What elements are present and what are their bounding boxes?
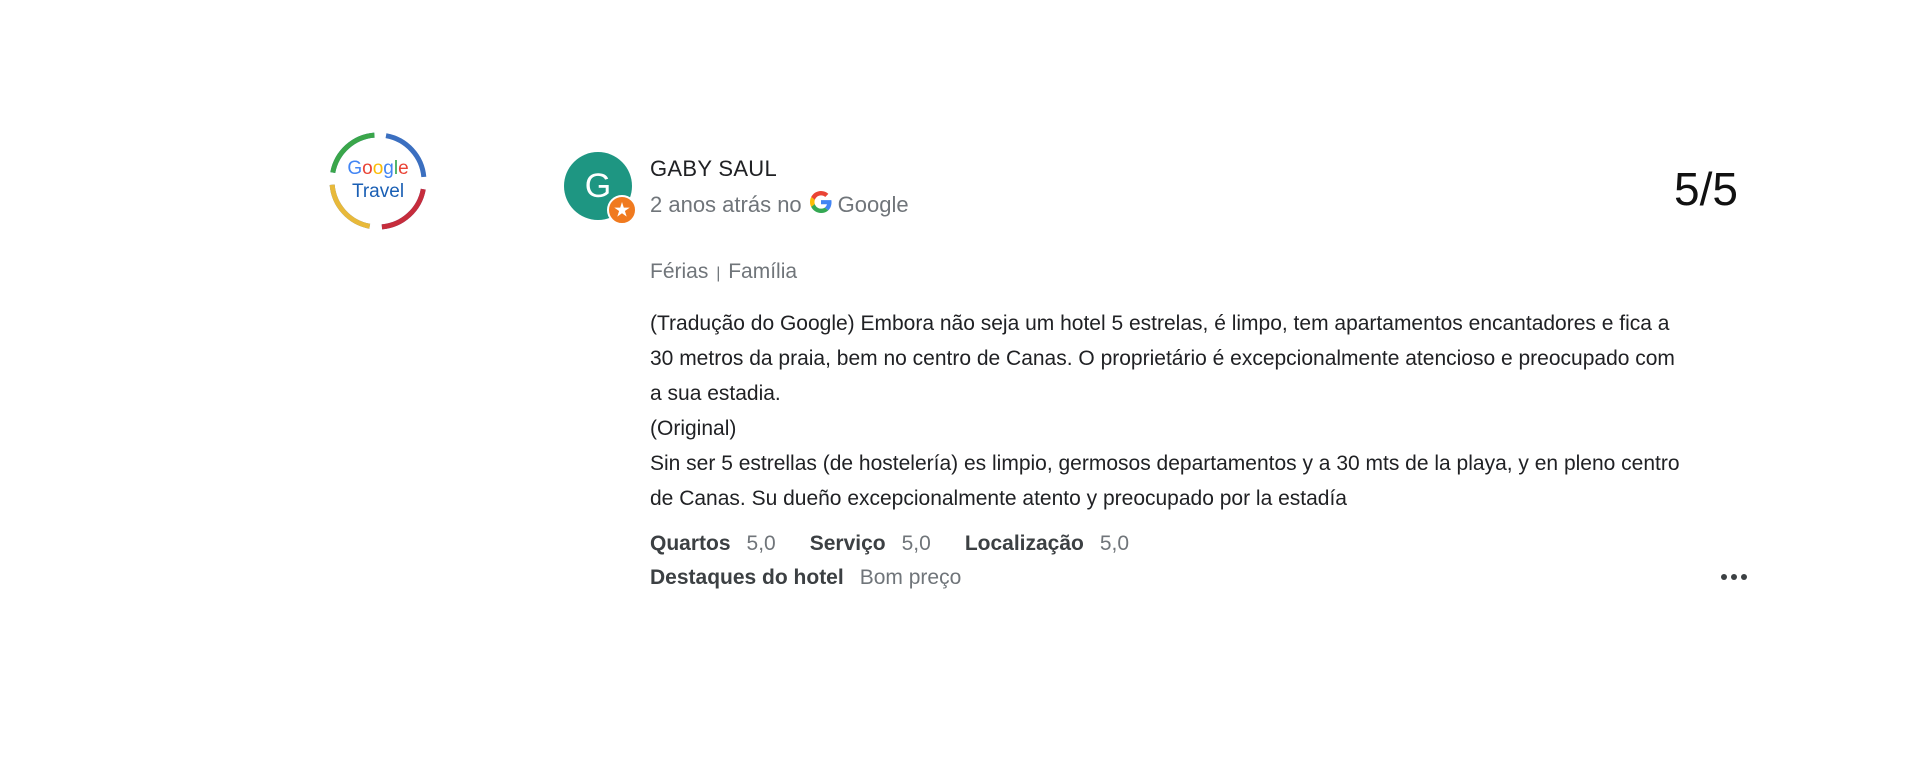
review-score: 5/5 bbox=[1674, 163, 1738, 215]
trip-info: Férias | Família bbox=[650, 260, 797, 284]
highlights-row: Destaques do hotel Bom preço bbox=[650, 561, 1163, 595]
more-options-icon[interactable] bbox=[1721, 572, 1749, 582]
review-original: Sin ser 5 estrellas (de hostelería) es l… bbox=[650, 452, 1680, 510]
rating-value-service: 5,0 bbox=[901, 532, 931, 555]
trip-group: Família bbox=[728, 260, 798, 283]
highlights-label: Destaques do hotel bbox=[650, 566, 844, 589]
google-travel-logo: Google Travel bbox=[328, 131, 428, 231]
rating-label-rooms: Quartos bbox=[650, 532, 731, 555]
review-time: 2 anos atrás no bbox=[650, 192, 802, 217]
review-source: Google bbox=[837, 192, 909, 217]
google-g-icon bbox=[809, 191, 832, 219]
ratings-row: Quartos 5,0 Serviço 5,0 Localização 5,0 bbox=[650, 527, 1163, 561]
logo-text: Google Travel bbox=[328, 157, 428, 203]
review-original-label: (Original) bbox=[650, 417, 737, 440]
highlights-value: Bom preço bbox=[859, 566, 962, 589]
trip-type: Férias bbox=[650, 260, 709, 283]
rating-label-service: Serviço bbox=[809, 532, 886, 555]
local-guide-badge-icon bbox=[607, 195, 637, 225]
rating-label-location: Localização bbox=[964, 532, 1084, 555]
reviewer-name[interactable]: GABY SAUL bbox=[650, 156, 777, 182]
review-translated: (Tradução do Google) Embora não seja um … bbox=[650, 312, 1675, 405]
rating-value-location: 5,0 bbox=[1099, 532, 1130, 555]
review-meta: 2 anos atrás no Google bbox=[650, 191, 909, 219]
review-text: (Tradução do Google) Embora não seja um … bbox=[650, 306, 1690, 516]
trip-separator: | bbox=[716, 265, 721, 282]
logo-line-travel: Travel bbox=[351, 181, 405, 202]
logo-line-google: Google bbox=[347, 158, 409, 179]
category-ratings: Quartos 5,0 Serviço 5,0 Localização 5,0 … bbox=[650, 527, 1163, 595]
rating-value-rooms: 5,0 bbox=[746, 532, 776, 555]
